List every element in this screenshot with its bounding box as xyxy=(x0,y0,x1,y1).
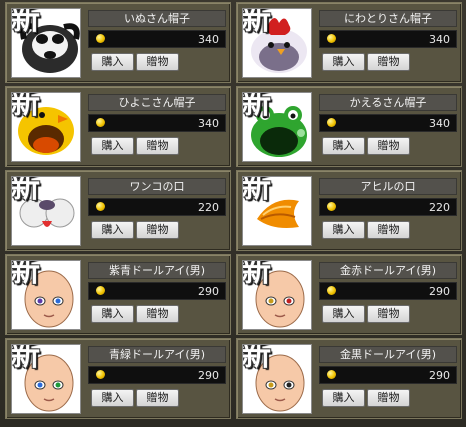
coin-icon xyxy=(96,202,105,211)
item-price: 340 xyxy=(198,33,219,46)
coin-icon xyxy=(96,286,105,295)
item-card: 新 金黒ドールアイ(男) 290 購入 贈物 xyxy=(236,338,462,419)
item-thumbnail[interactable]: 新 xyxy=(242,260,312,330)
item-price: 220 xyxy=(198,201,219,214)
price-bar: 220 xyxy=(319,198,457,216)
item-name: いぬさん帽子 xyxy=(88,10,226,27)
gift-button[interactable]: 贈物 xyxy=(136,305,179,323)
new-badge: 新 xyxy=(242,344,271,373)
item-thumbnail[interactable]: 新 xyxy=(242,176,312,246)
coin-icon xyxy=(327,34,336,43)
gift-button[interactable]: 贈物 xyxy=(367,305,410,323)
item-card: 新 にわとりさん帽子 340 購入 贈物 xyxy=(236,2,462,83)
item-name: 金赤ドールアイ(男) xyxy=(319,262,457,279)
price-bar: 290 xyxy=(88,366,226,384)
gift-button[interactable]: 贈物 xyxy=(136,53,179,71)
item-card: 新 ひよこさん帽子 340 購入 贈物 xyxy=(5,86,231,167)
coin-icon xyxy=(327,118,336,127)
new-badge: 新 xyxy=(242,260,271,289)
price-bar: 340 xyxy=(319,114,457,132)
buy-button[interactable]: 購入 xyxy=(91,53,134,71)
item-price: 340 xyxy=(429,117,450,130)
new-badge: 新 xyxy=(242,8,271,37)
new-badge: 新 xyxy=(11,92,40,121)
coin-icon xyxy=(327,286,336,295)
item-card: 新 アヒルの口 220 購入 贈物 xyxy=(236,170,462,251)
item-name: 金黒ドールアイ(男) xyxy=(319,346,457,363)
item-card: 新 金赤ドールアイ(男) 290 購入 贈物 xyxy=(236,254,462,335)
item-name: 青緑ドールアイ(男) xyxy=(88,346,226,363)
gift-button[interactable]: 贈物 xyxy=(136,389,179,407)
item-thumbnail[interactable]: 新 xyxy=(11,176,81,246)
new-badge: 新 xyxy=(242,176,271,205)
gift-button[interactable]: 贈物 xyxy=(136,137,179,155)
item-thumbnail[interactable]: 新 xyxy=(11,92,81,162)
buy-button[interactable]: 購入 xyxy=(322,137,365,155)
item-price: 290 xyxy=(198,369,219,382)
coin-icon xyxy=(96,370,105,379)
item-thumbnail[interactable]: 新 xyxy=(242,92,312,162)
price-bar: 220 xyxy=(88,198,226,216)
price-bar: 290 xyxy=(88,282,226,300)
item-card: 新 かえるさん帽子 340 購入 贈物 xyxy=(236,86,462,167)
buy-button[interactable]: 購入 xyxy=(322,53,365,71)
new-badge: 新 xyxy=(11,260,40,289)
price-bar: 340 xyxy=(88,30,226,48)
item-thumbnail[interactable]: 新 xyxy=(11,260,81,330)
item-name: かえるさん帽子 xyxy=(319,94,457,111)
item-card: 新 ワンコの口 220 購入 贈物 xyxy=(5,170,231,251)
coin-icon xyxy=(327,202,336,211)
item-card: 新 いぬさん帽子 340 購入 贈物 xyxy=(5,2,231,83)
buy-button[interactable]: 購入 xyxy=(91,221,134,239)
item-card: 新 青緑ドールアイ(男) 290 購入 贈物 xyxy=(5,338,231,419)
gift-button[interactable]: 贈物 xyxy=(367,389,410,407)
gift-button[interactable]: 贈物 xyxy=(367,221,410,239)
new-badge: 新 xyxy=(11,8,40,37)
new-badge: 新 xyxy=(11,176,40,205)
buy-button[interactable]: 購入 xyxy=(91,389,134,407)
new-badge: 新 xyxy=(11,344,40,373)
buy-button[interactable]: 購入 xyxy=(91,137,134,155)
item-price: 290 xyxy=(429,285,450,298)
item-thumbnail[interactable]: 新 xyxy=(11,8,81,78)
item-name: にわとりさん帽子 xyxy=(319,10,457,27)
item-price: 220 xyxy=(429,201,450,214)
item-name: 紫青ドールアイ(男) xyxy=(88,262,226,279)
item-name: ひよこさん帽子 xyxy=(88,94,226,111)
price-bar: 340 xyxy=(88,114,226,132)
gift-button[interactable]: 贈物 xyxy=(367,53,410,71)
coin-icon xyxy=(96,118,105,127)
item-price: 340 xyxy=(429,33,450,46)
buy-button[interactable]: 購入 xyxy=(322,221,365,239)
buy-button[interactable]: 購入 xyxy=(322,305,365,323)
new-badge: 新 xyxy=(242,92,271,121)
buy-button[interactable]: 購入 xyxy=(91,305,134,323)
price-bar: 290 xyxy=(319,366,457,384)
item-card: 新 紫青ドールアイ(男) 290 購入 贈物 xyxy=(5,254,231,335)
item-price: 290 xyxy=(198,285,219,298)
item-name: ワンコの口 xyxy=(88,178,226,195)
item-price: 290 xyxy=(429,369,450,382)
item-thumbnail[interactable]: 新 xyxy=(242,344,312,414)
price-bar: 340 xyxy=(319,30,457,48)
gift-button[interactable]: 贈物 xyxy=(367,137,410,155)
coin-icon xyxy=(96,34,105,43)
item-grid: 新 いぬさん帽子 340 購入 贈物 新 にわとりさん帽子 340 購入 贈物 … xyxy=(0,0,466,427)
item-thumbnail[interactable]: 新 xyxy=(242,8,312,78)
gift-button[interactable]: 贈物 xyxy=(136,221,179,239)
item-thumbnail[interactable]: 新 xyxy=(11,344,81,414)
item-name: アヒルの口 xyxy=(319,178,457,195)
coin-icon xyxy=(327,370,336,379)
price-bar: 290 xyxy=(319,282,457,300)
item-price: 340 xyxy=(198,117,219,130)
buy-button[interactable]: 購入 xyxy=(322,389,365,407)
